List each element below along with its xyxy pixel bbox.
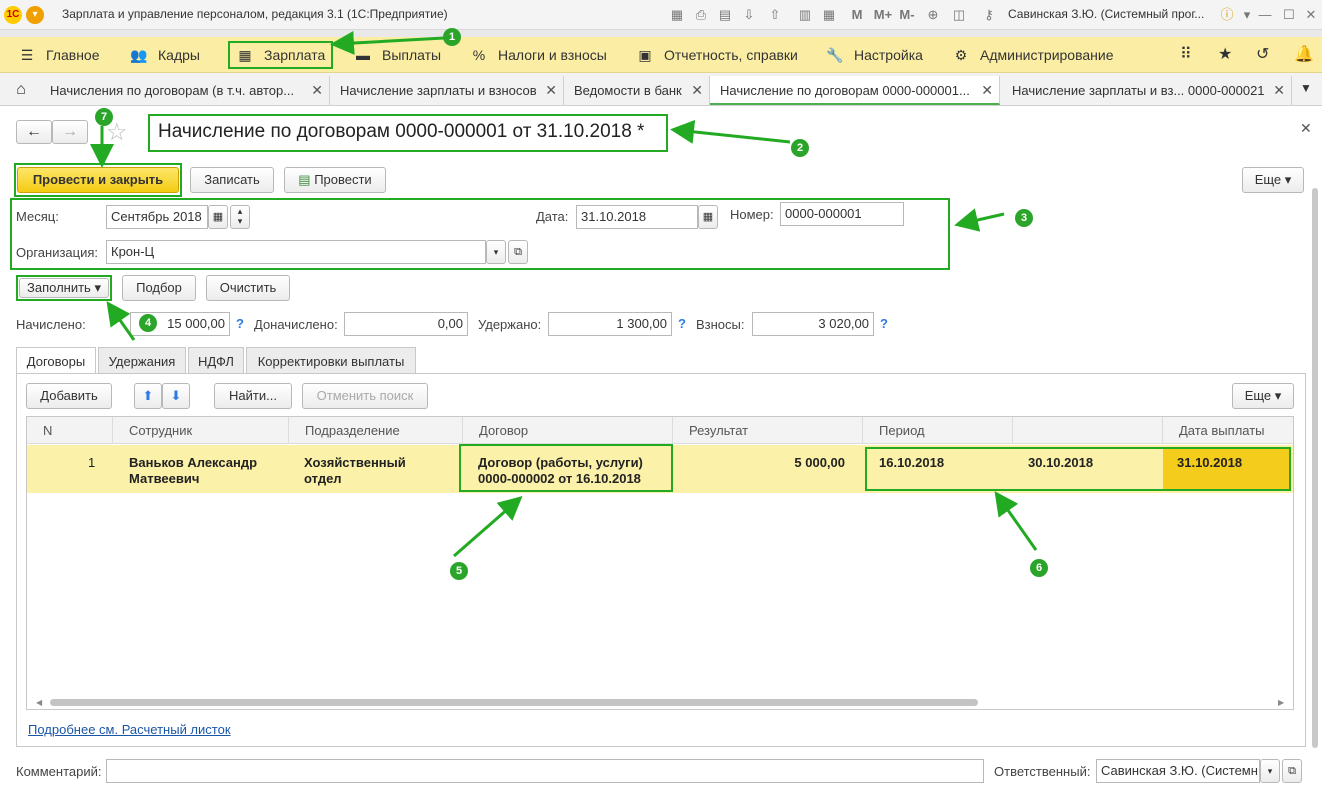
arrow-4 [106, 301, 136, 341]
callout-5: 5 [450, 562, 468, 580]
callout-7: 7 [95, 108, 113, 126]
arrow-2 [670, 119, 791, 144]
arrow-5 [453, 496, 523, 558]
callout-2: 2 [791, 139, 809, 157]
annotation-arrows [90, 31, 1038, 558]
callout-3: 3 [1015, 209, 1033, 227]
callout-6: 6 [1030, 559, 1048, 577]
callout-1: 1 [443, 28, 461, 46]
callout-4: 4 [139, 314, 157, 332]
arrow-6 [994, 491, 1038, 551]
arrow-1 [330, 31, 445, 55]
arrow-3 [954, 208, 1005, 232]
